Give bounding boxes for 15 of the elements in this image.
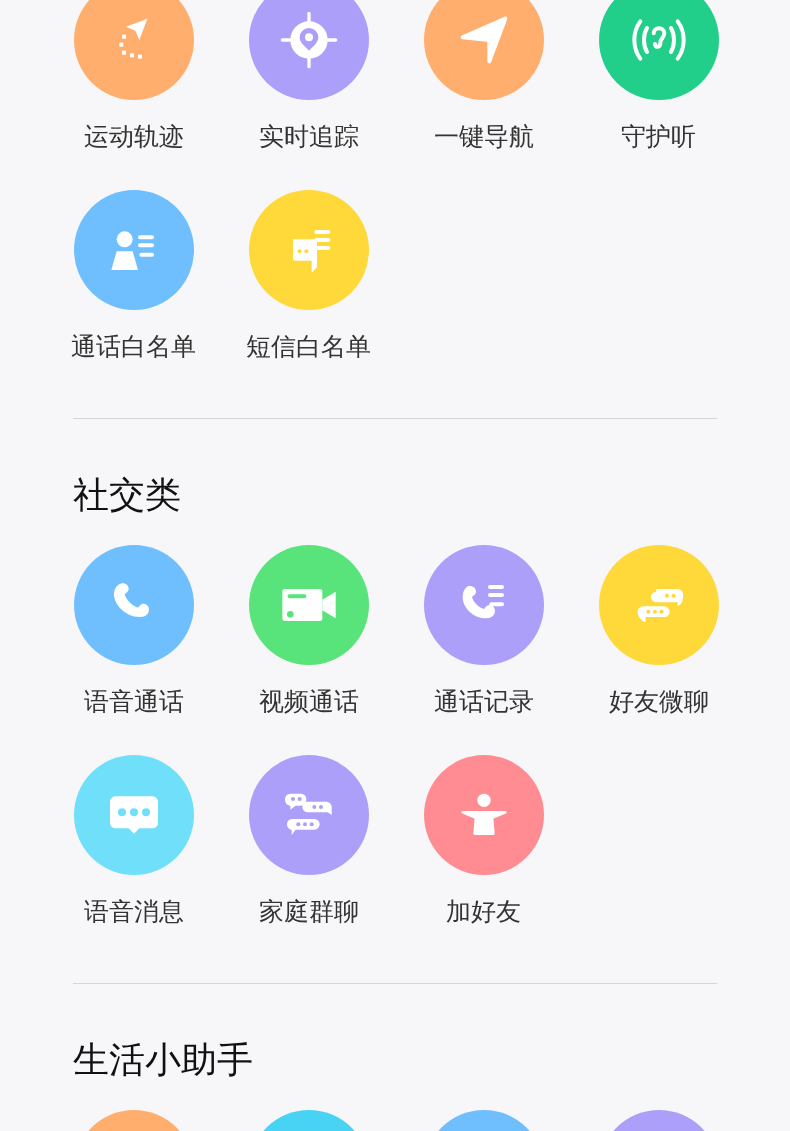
feature-label: 实时追踪 [258, 121, 359, 153]
feature-label: 家庭群聊 [258, 896, 359, 928]
feature-label: 守护听 [621, 121, 696, 153]
feature-label: 语音通话 [83, 686, 184, 718]
section-title: 社交类 [73, 475, 182, 515]
feature-label: 运动轨迹 [83, 121, 184, 153]
feature-label: 一键导航 [433, 121, 534, 153]
feature-label: 视频通话 [258, 686, 359, 718]
feature-label: 加好友 [446, 896, 521, 928]
feature-label: 通话白名单 [71, 331, 196, 363]
feature-label: 短信白名单 [246, 331, 371, 363]
feature-label: 语音消息 [83, 896, 184, 928]
feature-label: 通话记录 [433, 686, 534, 718]
feature-label: 好友微聊 [608, 686, 709, 718]
section-title: 生活小助手 [73, 1040, 254, 1080]
